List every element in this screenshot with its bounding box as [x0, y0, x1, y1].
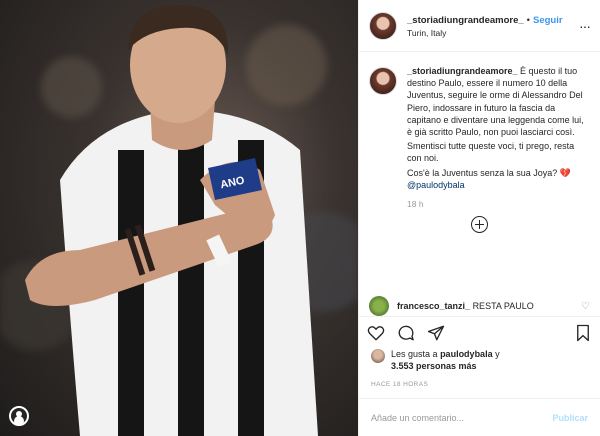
- comment-input[interactable]: [371, 412, 553, 423]
- save-bookmark-icon[interactable]: [574, 324, 592, 342]
- commenter-username[interactable]: francesco_tanzi_: [397, 301, 470, 311]
- caption-text: _storiadiungrandeamore_ È questo il tuo …: [407, 65, 590, 210]
- likes-prefix: Les gusta a: [391, 349, 438, 359]
- post-details-panel: _storiadiungrandeamore_ • Seguir Turin, It…: [358, 0, 600, 436]
- post-photo[interactable]: ANO: [0, 0, 358, 436]
- comments-section: _storiadiungrandeamore_ È questo il tuo …: [359, 53, 600, 298]
- player-illustration: ANO: [25, 5, 318, 436]
- caption-author-avatar[interactable]: [369, 67, 397, 95]
- more-options-icon[interactable]: ···: [579, 18, 591, 34]
- liker-avatar[interactable]: [371, 349, 385, 363]
- commenter-avatar[interactable]: [369, 296, 389, 316]
- caption-line-2: Smentisci tutte queste voci, ti prego, r…: [407, 141, 575, 164]
- separator-dot: •: [526, 14, 530, 26]
- post-location[interactable]: Turin, Italy: [407, 27, 563, 40]
- comment-text: francesco_tanzi_ RESTA PAULO: [397, 301, 534, 311]
- likes-text: Les gusta a paulodybala y 3.553 personas…: [391, 348, 500, 372]
- post-header: _storiadiungrandeamore_ • Seguir Turin, It…: [359, 0, 600, 52]
- action-bar: [359, 316, 600, 348]
- author-username[interactable]: _storiadiungrandeamore_: [407, 15, 524, 26]
- likes-suffix: y: [495, 349, 500, 359]
- caption-username[interactable]: _storiadiungrandeamore_: [407, 66, 518, 76]
- caption-line-3: Cos'è la Juventus senza la sua Joya?: [407, 167, 558, 178]
- comment-like-icon[interactable]: ♡: [581, 301, 590, 312]
- post-timestamp: HACE 18 HORAS: [371, 381, 429, 388]
- like-icon[interactable]: [367, 324, 385, 342]
- caption-line-1: È questo il tuo destino Paulo, essere il…: [407, 66, 584, 138]
- comment-icon[interactable]: [397, 324, 415, 342]
- likes-count[interactable]: 3.553 personas más: [391, 361, 477, 371]
- caption-row: _storiadiungrandeamore_ È questo il tuo …: [369, 65, 590, 210]
- caption-time: 18 h: [407, 199, 424, 210]
- follow-button[interactable]: Seguir: [533, 15, 563, 26]
- author-avatar[interactable]: [369, 11, 397, 40]
- broken-heart-icon: 💔: [559, 167, 572, 178]
- comment-row: francesco_tanzi_ RESTA PAULO ♡: [369, 296, 590, 316]
- publish-button[interactable]: Publicar: [552, 413, 588, 423]
- load-more-comments-icon[interactable]: [471, 216, 488, 234]
- likes-summary: Les gusta a paulodybala y 3.553 personas…: [371, 348, 590, 372]
- share-icon[interactable]: [427, 324, 445, 342]
- header-text: _storiadiungrandeamore_ • Seguir Turin, It…: [407, 12, 563, 40]
- add-comment-bar: Publicar: [359, 398, 600, 436]
- comment-body: RESTA PAULO: [472, 301, 534, 311]
- liker-username[interactable]: paulodybala: [440, 349, 493, 359]
- tagged-people-icon[interactable]: [9, 406, 29, 426]
- mention-link[interactable]: @paulodybala: [407, 180, 465, 190]
